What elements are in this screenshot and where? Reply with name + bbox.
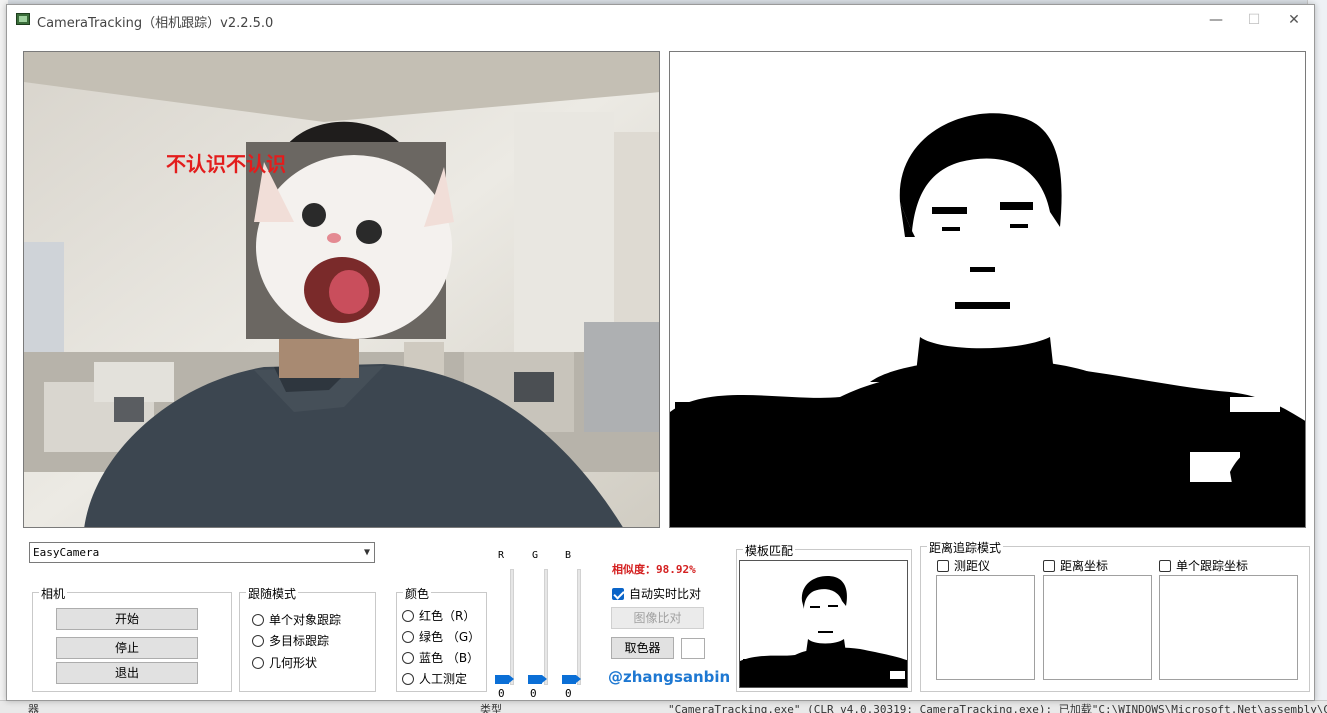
- checkbox-single-track-coord[interactable]: 单个跟踪坐标: [1159, 557, 1248, 574]
- face-recognition-label: 不认识不认识: [166, 152, 286, 176]
- follow-mode-title: 跟随模式: [246, 585, 299, 602]
- radio-circle-icon[interactable]: [252, 634, 264, 647]
- exit-button[interactable]: 退出: [56, 662, 198, 684]
- chevron-down-icon[interactable]: ▼: [364, 543, 370, 562]
- close-button[interactable]: ✕: [1274, 5, 1314, 35]
- radio-circle-icon[interactable]: [252, 613, 264, 626]
- checkbox-rangefinder-label: 测距仪: [954, 559, 991, 573]
- slider-b-thumb[interactable]: [562, 675, 581, 684]
- checkbox-icon[interactable]: [937, 559, 949, 572]
- slider-g-track[interactable]: [544, 569, 548, 685]
- radio-circle-icon[interactable]: [252, 656, 264, 669]
- background-bottom-left-text: 器: [28, 703, 39, 713]
- auto-compare-checkbox[interactable]: 自动实时比对: [612, 585, 701, 602]
- radio-geometry-label: 几何形状: [269, 656, 318, 670]
- radio-red[interactable]: 红色（R）: [402, 607, 475, 624]
- checkbox-rangefinder[interactable]: 测距仪: [937, 557, 990, 574]
- radio-single-object[interactable]: 单个对象跟踪: [252, 611, 341, 628]
- slider-g-thumb[interactable]: [528, 675, 547, 684]
- slider-b-label: B: [565, 550, 572, 561]
- radio-manual-label: 人工测定: [419, 672, 468, 686]
- camera-view: 不认识不认识: [23, 51, 660, 528]
- color-group-title: 颜色: [403, 585, 432, 602]
- slider-b-track[interactable]: [577, 569, 581, 685]
- camera-group-title: 相机: [39, 585, 68, 602]
- single-track-coord-output: [1159, 575, 1298, 680]
- slider-r-label: R: [498, 550, 505, 561]
- start-button[interactable]: 开始: [56, 608, 198, 630]
- radio-red-label: 红色（R）: [419, 609, 476, 623]
- slider-r-value: 0: [498, 687, 505, 700]
- slider-g-value: 0: [530, 687, 537, 700]
- maximize-button[interactable]: ☐: [1234, 5, 1274, 35]
- binary-frame-image: [670, 52, 1305, 527]
- checkbox-distance-coord[interactable]: 距离坐标: [1043, 557, 1108, 574]
- radio-blue-label: 蓝色 （B）: [419, 651, 480, 665]
- distance-mode-title: 距离追踪模式: [927, 539, 1004, 556]
- radio-single-object-label: 单个对象跟踪: [269, 613, 342, 627]
- background-bottom-mid-text: 类型: [480, 703, 502, 713]
- distance-coord-output: [1043, 575, 1152, 680]
- radio-blue[interactable]: 蓝色 （B）: [402, 649, 479, 666]
- radio-manual[interactable]: 人工测定: [402, 670, 467, 687]
- template-preview: [739, 560, 908, 688]
- picked-color-swatch: [681, 638, 705, 659]
- auto-compare-label: 自动实时比对: [629, 587, 702, 601]
- minimize-button[interactable]: —: [1196, 5, 1236, 35]
- checkbox-icon[interactable]: [1043, 559, 1055, 572]
- app-icon: [16, 13, 30, 25]
- radio-circle-icon[interactable]: [402, 630, 414, 643]
- radio-green[interactable]: 绿色 （G）: [402, 628, 480, 645]
- checkbox-checked-icon[interactable]: [612, 587, 624, 600]
- slider-r-thumb[interactable]: [495, 675, 514, 684]
- radio-multi-target[interactable]: 多目标跟踪: [252, 632, 329, 649]
- background-console-text: "CameraTracking.exe" (CLR v4.0.30319: Ca…: [668, 703, 1327, 713]
- template-match-title: 模板匹配: [743, 542, 796, 559]
- checkbox-single-track-coord-label: 单个跟踪坐标: [1176, 559, 1249, 573]
- template-preview-image: [740, 561, 907, 687]
- checkbox-distance-coord-label: 距离坐标: [1060, 559, 1109, 573]
- rangefinder-output: [936, 575, 1035, 680]
- color-picker-button[interactable]: 取色器: [611, 637, 674, 659]
- radio-circle-icon[interactable]: [402, 672, 414, 685]
- radio-geometry[interactable]: 几何形状: [252, 654, 317, 671]
- radio-circle-icon[interactable]: [402, 651, 414, 664]
- checkbox-icon[interactable]: [1159, 559, 1171, 572]
- window-title: CameraTracking（相机跟踪）v2.2.5.0: [37, 16, 274, 31]
- similarity-readout: 相似度：98.92%: [612, 563, 696, 576]
- slider-g-label: G: [532, 550, 539, 561]
- background-console: 器 类型 "CameraTracking.exe" (CLR v4.0.3031…: [0, 700, 1327, 713]
- slider-b-value: 0: [565, 687, 572, 700]
- stop-button[interactable]: 停止: [56, 637, 198, 659]
- main-window: CameraTracking（相机跟踪）v2.2.5.0 — ☐ ✕ 不认识不认…: [6, 4, 1315, 701]
- title-bar[interactable]: CameraTracking（相机跟踪）v2.2.5.0 — ☐ ✕: [7, 5, 1314, 35]
- radio-multi-target-label: 多目标跟踪: [269, 634, 330, 648]
- radio-circle-icon[interactable]: [402, 609, 414, 622]
- radio-green-label: 绿色 （G）: [419, 630, 481, 644]
- slider-r-track[interactable]: [510, 569, 514, 685]
- camera-select-value: EasyCamera: [33, 546, 100, 559]
- author-label: @zhangsanbin: [608, 668, 731, 686]
- image-compare-button[interactable]: 图像比对: [611, 607, 704, 629]
- camera-select[interactable]: EasyCamera ▼: [29, 542, 375, 563]
- binary-view: [669, 51, 1306, 528]
- camera-frame-image: [24, 52, 659, 527]
